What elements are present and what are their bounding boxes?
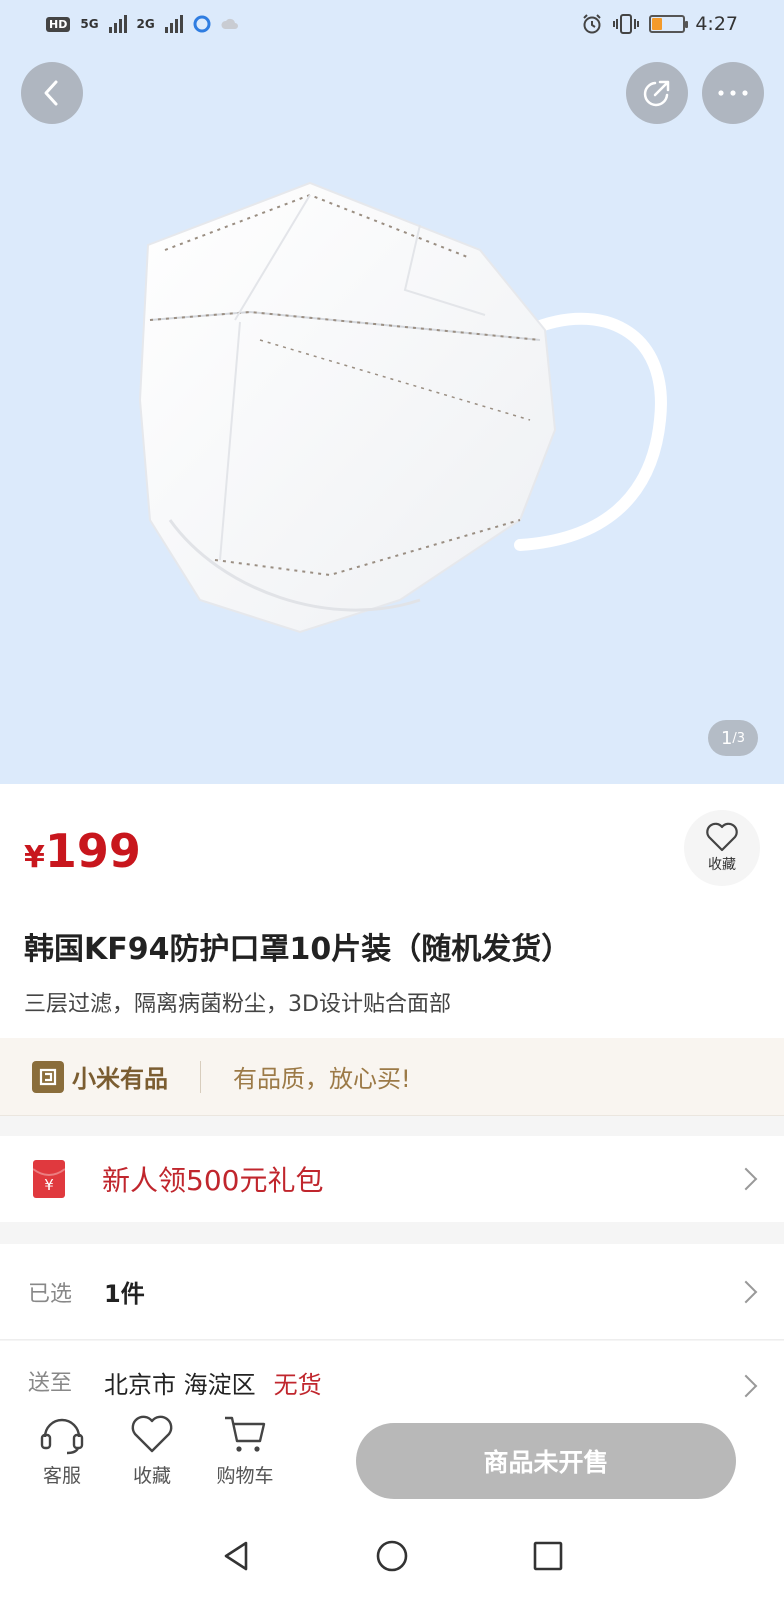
app-notification-icon	[193, 15, 211, 33]
heart-outline-icon	[131, 1415, 173, 1453]
image-counter-total: /3	[732, 730, 746, 746]
favorite-button[interactable]: 收藏	[684, 810, 760, 886]
brand-divider	[200, 1060, 201, 1093]
cloud-icon	[221, 18, 238, 29]
bottom-action-bar: 客服 收藏 购物车 商品未开售	[0, 1399, 784, 1512]
chevron-right-icon	[734, 1374, 758, 1398]
alarm-icon	[583, 14, 602, 34]
product-image-gallery[interactable]: 1/3	[0, 0, 784, 784]
favorite-label: 收藏	[708, 857, 736, 873]
signal-icon-2	[164, 15, 183, 33]
share-button[interactable]	[626, 62, 688, 124]
system-nav-bar	[0, 1512, 784, 1600]
shipping-row[interactable]: 送至 北京市 海淀区 无货	[0, 1341, 784, 1399]
vibrate-icon	[613, 14, 640, 34]
chevron-right-icon	[734, 1167, 758, 1191]
selected-label: 已选	[28, 1281, 73, 1307]
customer-service-label: 客服	[42, 1465, 81, 1487]
new-user-coupon[interactable]: ¥ 新人领500元礼包	[0, 1136, 784, 1222]
cart-label: 购物车	[216, 1465, 274, 1487]
status-time: 4:27	[695, 13, 738, 35]
selected-value: 1件	[104, 1280, 145, 1308]
cart-button[interactable]: 购物车	[208, 1413, 282, 1488]
price: ¥199	[24, 824, 141, 878]
brand-slogan: 有品质，放心买!	[233, 1065, 411, 1093]
stock-status: 无货	[273, 1371, 322, 1399]
network-label-1: 5G	[80, 17, 99, 31]
red-envelope-icon: ¥	[32, 1160, 66, 1198]
selected-spec-row[interactable]: 已选 1件	[0, 1244, 784, 1340]
image-counter: 1/3	[708, 720, 758, 756]
customer-service-button[interactable]: 客服	[34, 1413, 90, 1488]
status-right: 4:27	[581, 13, 738, 35]
back-button[interactable]	[21, 62, 83, 124]
bottom-favorite-label: 收藏	[132, 1465, 171, 1487]
brand-logo-icon	[32, 1060, 64, 1093]
nav-home-icon[interactable]	[374, 1538, 410, 1574]
battery-fill	[652, 18, 662, 30]
share-icon	[643, 80, 670, 107]
brand-name: 小米有品	[72, 1065, 168, 1093]
network-label-2: 2G	[136, 17, 155, 31]
chevron-right-icon	[734, 1280, 758, 1303]
status-bar: HD 5G 2G 4:27	[0, 0, 784, 48]
headset-icon	[40, 1418, 84, 1455]
coupon-text: 新人领500元礼包	[102, 1164, 324, 1197]
shipping-label: 送至	[28, 1371, 73, 1396]
image-counter-current: 1	[720, 727, 733, 749]
more-dots-icon	[718, 90, 748, 96]
brand-banner[interactable]: 小米有品 有品质，放心买!	[0, 1038, 784, 1116]
nav-recents-icon[interactable]	[530, 1538, 566, 1574]
price-currency: ¥	[24, 840, 45, 875]
bottom-favorite-button[interactable]: 收藏	[122, 1413, 182, 1488]
cart-icon	[225, 1416, 266, 1452]
signal-icon	[108, 15, 127, 33]
hd-badge: HD	[46, 16, 71, 32]
price-value: 199	[44, 824, 141, 878]
status-left: HD 5G 2G	[46, 15, 239, 33]
shipping-address: 北京市 海淀区	[104, 1371, 256, 1399]
more-button[interactable]	[702, 62, 764, 124]
product-title: 韩国KF94防护口罩10片装（随机发货）	[24, 932, 572, 967]
product-subtitle: 三层过滤，隔离病菌粉尘，3D设计贴合面部	[24, 992, 451, 1017]
not-on-sale-button[interactable]: 商品未开售	[356, 1423, 736, 1499]
battery-icon	[649, 15, 689, 33]
chevron-left-icon	[44, 80, 58, 106]
nav-back-icon[interactable]	[218, 1538, 254, 1574]
product-info: ¥199 收藏 韩国KF94防护口罩10片装（随机发货） 三层过滤，隔离病菌粉尘…	[0, 784, 784, 1038]
heart-icon	[706, 822, 738, 852]
red-envelope-glyph: ¥	[44, 1176, 54, 1194]
